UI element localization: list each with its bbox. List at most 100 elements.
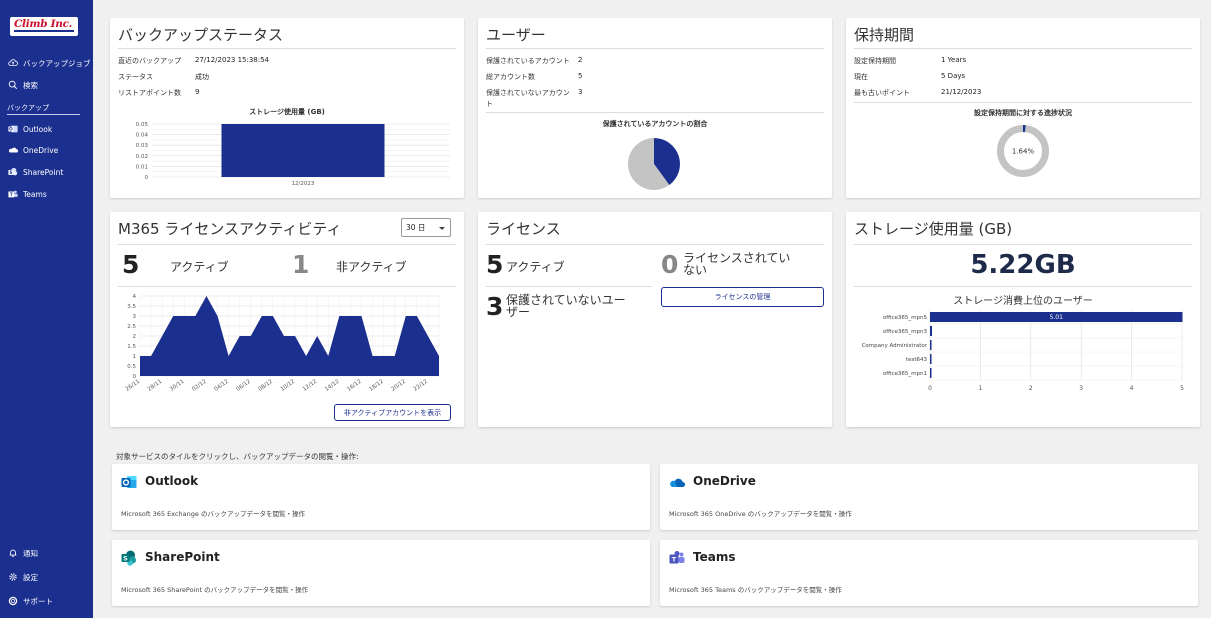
y-category-label: office365_mpn5 [883, 315, 928, 321]
sidebar-item-notifications[interactable]: 通知 [7, 547, 38, 559]
inactive-count: 1 [292, 250, 310, 279]
manage-licenses-button[interactable]: ライセンスの管理 [661, 287, 824, 307]
svg-text:S: S [123, 554, 128, 562]
y-category-label: Company Administrator [862, 343, 928, 349]
kv-label: 総アカウント数 [486, 73, 535, 81]
card-title: ユーザー [486, 26, 546, 44]
inactive-label: 非アクティブ [336, 260, 407, 274]
x-tick-label: 1 [978, 385, 982, 392]
sidebar-item-outlook[interactable]: O Outlook [7, 123, 52, 135]
x-tick-label: 14/12 [324, 379, 340, 393]
tile-sharepoint[interactable]: S SharePoint Microsoft 365 SharePoint のバ… [112, 540, 650, 606]
show-inactive-accounts-button[interactable]: 非アクティブアカウントを表示 [334, 404, 451, 421]
protected-pie-chart [628, 138, 680, 190]
support-icon [7, 595, 19, 607]
sidebar-item-backup-jobs[interactable]: バックアップジョブ [7, 57, 91, 69]
period-select[interactable]: 30 日 [401, 218, 451, 237]
retention-current-value: 5 Days [941, 72, 966, 80]
active-count: 5 [122, 250, 140, 279]
backup-status-card: バックアップステータス 直近のバックアップ 27/12/2023 15:38:5… [110, 18, 464, 198]
kv-label: 最も古いポイント [854, 89, 910, 97]
unprotected-users-count: 3 [486, 292, 504, 321]
x-tick-label: 16/12 [346, 379, 362, 393]
kv-label: 保護されていないアカウント [486, 89, 570, 108]
x-tick-label: 04/12 [213, 379, 229, 393]
bar-data-label: 5.01 [1050, 314, 1064, 321]
sharepoint-icon: S [121, 550, 137, 566]
chevron-down-icon [439, 227, 445, 230]
svg-text:O: O [9, 127, 13, 132]
top-users-bar-chart: 0 1 2 3 4 5 office365_mpn5 5.01 office365_mpn3 Co… [862, 310, 1184, 392]
card-title: M365 ライセンスアクティビティ [118, 220, 342, 238]
sidebar: Climb Inc. バックアップジョブ 検索 バックアップ O Outlook… [0, 0, 93, 618]
y-tick-label: 0.5 [127, 364, 136, 370]
company-logo[interactable]: Climb Inc. [10, 17, 78, 36]
teams-icon: T [669, 550, 685, 566]
x-tick-label: 28/11 [147, 379, 163, 393]
retention-donut-chart: 1.64% [997, 125, 1049, 177]
sidebar-item-support[interactable]: サポート [7, 595, 53, 607]
sidebar-divider [7, 114, 80, 115]
x-tick-label: 20/12 [390, 379, 406, 393]
tile-onedrive[interactable]: OneDrive Microsoft 365 OneDrive のバックアップデ… [660, 464, 1198, 530]
unprotected-users-label: 保護されていないユーザー [506, 293, 626, 319]
storage-usage-card: ストレージ使用量 (GB) 5.22GB ストレージ消費上位のユーザー 0 1 2 3… [846, 212, 1200, 427]
onedrive-icon [7, 144, 19, 156]
x-tick-label: 30/11 [169, 379, 185, 393]
y-category-label: test643 [906, 357, 928, 363]
card-title: ストレージ使用量 (GB) [854, 220, 1013, 238]
donut-center-label: 1.64% [1012, 148, 1035, 156]
sidebar-item-search[interactable]: 検索 [7, 79, 38, 91]
x-tick-label: 3 [1079, 385, 1083, 392]
card-title: ライセンス [486, 220, 561, 238]
tiles-intro-text: 対象サービスのタイルをクリックし、バックアップデータの閲覧・操作: [116, 452, 359, 461]
tile-desc: Microsoft 365 Teams のバックアップデータを閲覧・操作 [669, 586, 842, 594]
kv-label: 直近のバックアップ [118, 57, 181, 65]
tile-teams[interactable]: T Teams Microsoft 365 Teams のバックアップデータを閲… [660, 540, 1198, 606]
kv-label: 設定保持期間 [854, 57, 896, 65]
tile-desc: Microsoft 365 Exchange のバックアップデータを閲覧・操作 [121, 510, 305, 518]
sidebar-item-teams[interactable]: T Teams [7, 188, 47, 200]
sidebar-item-settings[interactable]: 設定 [7, 571, 38, 583]
tile-name: OneDrive [693, 474, 756, 488]
svg-text:T: T [672, 556, 677, 564]
kv-label: 保護されているアカウント [486, 57, 570, 65]
tile-name: Teams [693, 550, 736, 564]
y-tick-label: 0.05 [136, 122, 149, 128]
sidebar-item-sharepoint[interactable]: S SharePoint [7, 166, 63, 178]
kv-label: リストアポイント数 [118, 89, 181, 97]
sidebar-section-backup: バックアップ [7, 104, 49, 112]
logo-text: Climb Inc. [14, 18, 73, 30]
card-title: バックアップステータス [118, 26, 284, 44]
svg-text:S: S [9, 170, 12, 175]
status-value: 成功 [195, 73, 209, 81]
sharepoint-icon: S [7, 166, 19, 178]
user-storage-bar [930, 368, 932, 378]
top-users-chart-title: ストレージ消費上位のユーザー [953, 296, 1093, 307]
licensed-active-count: 5 [486, 250, 504, 279]
protected-ratio-chart-title: 保護されているアカウントの割合 [602, 120, 708, 128]
y-tick-label: 2 [133, 334, 137, 340]
protected-accounts-value: 2 [578, 56, 583, 64]
tile-outlook[interactable]: Outlook Microsoft 365 Exchange のバックアップデー… [112, 464, 650, 530]
sidebar-item-onedrive[interactable]: OneDrive [7, 144, 58, 156]
y-tick-label: 1 [133, 354, 137, 360]
onedrive-icon [669, 474, 685, 490]
storage-bar-chart: 0 0.01 0.02 0.03 0.04 0.05 12/2023 [136, 122, 450, 187]
outlook-icon [121, 474, 137, 490]
svg-text:T: T [10, 192, 13, 197]
tile-name: SharePoint [145, 550, 220, 564]
y-tick-label: 0.02 [136, 154, 148, 160]
users-card: ユーザー 保護されているアカウント 2 総アカウント数 5 保護されていないアカ… [478, 18, 832, 198]
bell-icon [7, 547, 19, 559]
card-title: 保持期間 [854, 26, 915, 44]
total-accounts-value: 5 [578, 72, 583, 80]
x-tick-label: 0 [928, 385, 932, 392]
unlicensed-count: 0 [661, 250, 679, 279]
x-tick-label: 26/11 [125, 379, 141, 393]
x-tick-label: 5 [1180, 385, 1184, 392]
y-tick-label: 3.5 [127, 304, 136, 310]
y-tick-label: 2.5 [127, 324, 136, 330]
license-card: ライセンス 5 アクティブ 0 ライセンスされていない 3 保護されていないユー… [478, 212, 832, 427]
y-tick-label: 0.04 [136, 133, 149, 139]
